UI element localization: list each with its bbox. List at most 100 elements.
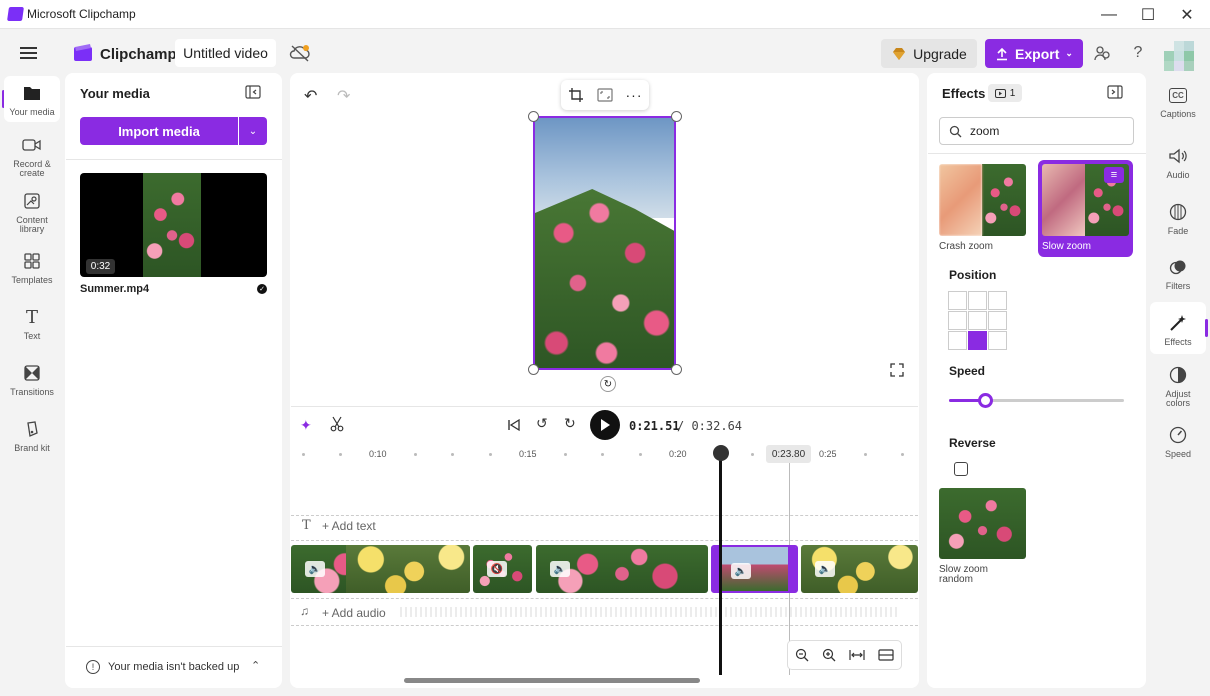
cloud-offline-icon[interactable] (289, 43, 311, 63)
video-preview[interactable] (533, 116, 676, 370)
playhead-handle[interactable] (713, 445, 729, 461)
rail-adjust-colors-label: Adjust colors (1165, 389, 1191, 408)
rail-record-create[interactable]: Record & create (4, 134, 60, 178)
skip-to-start-icon[interactable] (507, 418, 521, 432)
resize-handle-top-left[interactable] (528, 111, 539, 122)
clip-trim-handle-right[interactable] (788, 547, 796, 591)
active-rail-indicator (1205, 319, 1208, 337)
video-clip[interactable]: 🔈 (291, 545, 470, 593)
rail-effects[interactable]: Effects (1150, 302, 1206, 354)
crop-icon[interactable] (568, 87, 584, 103)
share-people-icon[interactable] (1091, 42, 1113, 64)
effects-search-input[interactable]: zoom (939, 117, 1134, 145)
speed-slider-thumb[interactable] (978, 393, 993, 408)
add-audio-button[interactable]: + Add audio (322, 606, 386, 620)
ruler-label: 0:25 (819, 449, 837, 459)
chevron-up-icon[interactable]: ⌃ (251, 659, 260, 672)
rewind-5-icon[interactable]: ↺ (536, 415, 548, 432)
rail-text[interactable]: T Text (4, 306, 60, 341)
zoom-out-icon[interactable] (795, 648, 809, 662)
effect-settings-icon[interactable]: ≡ (1104, 167, 1124, 183)
clipchamp-logo-icon (74, 44, 92, 61)
rail-transitions[interactable]: Transitions (4, 362, 60, 397)
speaker-icon[interactable]: 🔈 (305, 561, 325, 577)
reverse-checkbox[interactable] (954, 462, 968, 476)
rail-your-media[interactable]: Your media (4, 76, 60, 122)
undo-icon[interactable]: ↶ (304, 86, 317, 106)
position-cell-center[interactable] (968, 311, 987, 330)
rail-adjust-colors[interactable]: Adjust colors (1150, 364, 1206, 408)
video-clip[interactable]: 🔇 (473, 545, 532, 593)
speaker-icon[interactable]: 🔈 (815, 561, 835, 577)
rail-content-library-label: Content library (16, 215, 48, 234)
rail-content-library[interactable]: Content library (4, 190, 60, 234)
add-text-button[interactable]: + Add text (322, 519, 376, 533)
effect-slow-zoom-card[interactable]: ≡ Slow zoom (1038, 160, 1133, 257)
fullscreen-icon[interactable] (890, 363, 904, 377)
expand-timeline-icon[interactable] (878, 648, 894, 662)
divider (66, 646, 282, 647)
chevron-down-icon: ⌄ (248, 125, 258, 137)
ruler-tick (414, 453, 417, 456)
rail-fade[interactable]: Fade (1150, 201, 1206, 236)
rail-audio[interactable]: Audio (1150, 145, 1206, 180)
chevron-down-icon: ⌄ (1065, 48, 1073, 58)
upgrade-button[interactable]: Upgrade (881, 39, 977, 68)
selected-video-clip[interactable]: 🔈 (711, 545, 798, 593)
collapse-panel-icon[interactable] (245, 85, 261, 99)
sparkle-icon[interactable]: ✦ (300, 417, 312, 434)
rail-filters[interactable]: Filters (1150, 256, 1206, 291)
timeline-scrollbar[interactable] (404, 678, 700, 683)
import-dropdown-button[interactable]: ⌄ (239, 117, 267, 145)
position-cell-bottom-right[interactable] (988, 331, 1007, 350)
rail-brand-kit[interactable]: Brand kit (4, 418, 60, 453)
collapse-properties-icon[interactable] (1107, 85, 1123, 99)
avatar[interactable] (1164, 41, 1194, 71)
position-cell-top-center[interactable] (968, 291, 987, 310)
play-button[interactable] (590, 410, 620, 440)
templates-icon (21, 250, 43, 272)
position-cell-top-left[interactable] (948, 291, 967, 310)
rail-templates[interactable]: Templates (4, 250, 60, 285)
project-title-field[interactable]: Untitled video (175, 39, 276, 67)
position-cell-middle-right[interactable] (988, 311, 1007, 330)
backup-notice[interactable]: Your media isn't backed up (108, 661, 239, 673)
split-scissors-icon[interactable] (330, 416, 344, 432)
hamburger-menu-icon[interactable] (20, 47, 37, 59)
rail-speed[interactable]: Speed (1150, 424, 1206, 459)
rail-captions[interactable]: CC Captions (1150, 84, 1206, 119)
resize-handle-bottom-left[interactable] (528, 364, 539, 375)
video-icon (994, 88, 1006, 98)
close-window-button[interactable]: ✕ (1164, 0, 1210, 29)
more-options-icon[interactable]: ··· (626, 87, 643, 103)
video-clip[interactable]: 🔈 (801, 545, 918, 593)
effect-slow-zoom-random-thumbnail[interactable] (939, 488, 1026, 559)
position-cell-middle-left[interactable] (948, 311, 967, 330)
resize-handle-bottom-right[interactable] (671, 364, 682, 375)
effect-crash-zoom-thumbnail[interactable] (939, 164, 1026, 236)
transitions-icon (21, 362, 43, 384)
playhead-line[interactable] (719, 455, 722, 675)
position-cell-top-right[interactable] (988, 291, 1007, 310)
import-media-button[interactable]: Import media (80, 117, 238, 145)
text-icon: T (25, 306, 38, 328)
effect-slow-zoom-random-label: Slow zoom random (939, 564, 988, 585)
fit-timeline-icon[interactable] (849, 648, 865, 662)
video-clip[interactable]: 🔈 (536, 545, 708, 593)
help-icon[interactable]: ? (1127, 42, 1149, 64)
rotate-icon[interactable]: ↻ (600, 376, 616, 392)
rail-filters-label: Filters (1165, 281, 1191, 291)
speaker-icon[interactable]: 🔈 (550, 561, 570, 577)
resize-handle-top-right[interactable] (671, 111, 682, 122)
zoom-in-icon[interactable] (822, 648, 836, 662)
fit-icon[interactable] (596, 88, 613, 102)
position-cell-bottom-left[interactable] (948, 331, 967, 350)
redo-icon[interactable]: ↷ (337, 86, 350, 106)
speaker-icon[interactable]: 🔈 (731, 563, 751, 579)
speaker-muted-icon[interactable]: 🔇 (487, 561, 507, 577)
forward-5-icon[interactable]: ↻ (564, 415, 576, 432)
position-cell-bottom-center[interactable] (968, 331, 987, 350)
track-separator (291, 598, 918, 599)
export-button[interactable]: Export ⌄ (985, 39, 1083, 68)
folder-icon (21, 82, 43, 104)
